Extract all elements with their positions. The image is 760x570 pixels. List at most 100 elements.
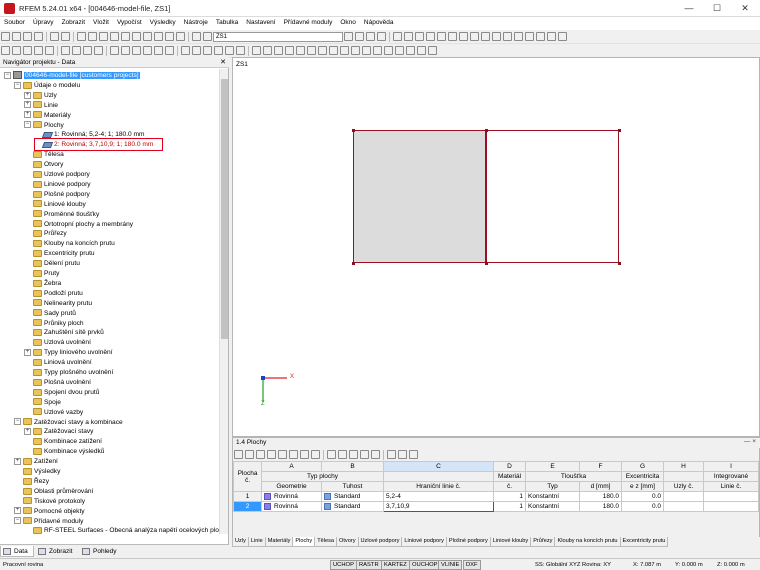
scrollbar-thumb[interactable] <box>221 79 228 339</box>
toggle-kartez[interactable]: KARTEZ <box>381 560 410 570</box>
member-icon[interactable] <box>393 32 402 41</box>
close-button[interactable]: ✕ <box>731 0 759 17</box>
tree-item[interactable]: Typy plošného uvolnění <box>24 368 113 378</box>
node[interactable] <box>485 262 488 265</box>
node[interactable] <box>618 129 621 132</box>
tree-item[interactable]: Průniky ploch <box>24 319 84 329</box>
toggle-uchop[interactable]: UCHOP <box>330 560 357 570</box>
tree-item[interactable]: Žebra <box>24 279 61 289</box>
values-icon[interactable] <box>377 32 386 41</box>
redo-icon[interactable] <box>61 32 70 41</box>
table-tab[interactable]: Plochy <box>292 537 316 547</box>
collapse-icon[interactable]: − <box>24 121 31 129</box>
mesh-icon[interactable] <box>492 32 501 41</box>
table-row[interactable]: 1 Rovinná Standard 5,2-4 1 Konstantní 18… <box>233 491 759 502</box>
expand-icon[interactable]: + <box>24 91 31 99</box>
tree-item[interactable]: Liniové klouby <box>24 200 86 210</box>
wireframe-icon[interactable] <box>181 46 190 55</box>
cell-tuhost[interactable]: Standard <box>321 491 384 502</box>
tab-data[interactable]: Data <box>0 546 34 557</box>
table-tab[interactable]: Uzly <box>232 537 249 547</box>
table-tab[interactable]: Materiály <box>264 537 294 547</box>
collapse-icon[interactable]: − <box>14 81 21 89</box>
tree-item[interactable]: Excentricity prutu <box>24 249 95 259</box>
move-icon[interactable] <box>12 46 21 55</box>
connect-icon[interactable] <box>72 46 81 55</box>
dxf-icon[interactable] <box>285 46 294 55</box>
table-row[interactable]: 2 Rovinná Standard 3,7,10,9 1 Konstantní… <box>233 501 759 512</box>
navigator-scrollbar[interactable] <box>219 69 228 534</box>
tree-item[interactable]: Liniová uvolnění <box>24 358 92 368</box>
measure-icon[interactable] <box>558 32 567 41</box>
dimension-icon[interactable] <box>252 46 261 55</box>
table-help-icon[interactable] <box>409 450 418 459</box>
transparent-icon[interactable] <box>203 46 212 55</box>
combo-next-icon[interactable] <box>344 32 353 41</box>
cell-tuhost[interactable]: Standard <box>321 501 384 512</box>
section-icon[interactable] <box>448 32 457 41</box>
results-display-icon[interactable] <box>355 32 364 41</box>
menu-zobrazit[interactable]: Zobrazit <box>58 17 89 28</box>
cell-geometrie[interactable]: Rovinná <box>261 501 322 512</box>
divide-icon[interactable] <box>61 46 70 55</box>
tree-item[interactable]: Tělesa <box>24 150 64 160</box>
table-insert-row-icon[interactable] <box>327 450 336 459</box>
tree-item[interactable]: Řezy <box>14 477 49 487</box>
new-file-icon[interactable] <box>1 32 10 41</box>
settings-icon[interactable] <box>362 46 371 55</box>
tree-item[interactable]: Uzlové vazby <box>24 408 83 418</box>
scale-icon[interactable] <box>45 46 54 55</box>
collapse-icon[interactable]: − <box>14 418 21 426</box>
rotate-icon[interactable] <box>23 46 32 55</box>
tree-item[interactable]: Kombinace zatížení <box>24 437 102 447</box>
export-icon[interactable] <box>384 46 393 55</box>
workplane-icon[interactable] <box>307 46 316 55</box>
expand-icon[interactable]: + <box>14 457 21 465</box>
tree-item[interactable]: Zahuštění sítě prvků <box>24 328 104 338</box>
clipping-icon[interactable] <box>296 46 305 55</box>
surface-2[interactable] <box>486 130 619 263</box>
open-file-icon[interactable] <box>12 32 21 41</box>
undo-icon[interactable] <box>50 32 59 41</box>
table-find-icon[interactable] <box>360 450 369 459</box>
mirror-icon[interactable] <box>34 46 43 55</box>
menu-soubor[interactable]: Soubor <box>0 17 29 28</box>
expand-icon[interactable]: + <box>24 101 31 109</box>
tree-item[interactable]: Plošná uvolnění <box>24 378 91 388</box>
report-icon[interactable] <box>406 46 415 55</box>
cell-ez[interactable]: 0.0 <box>621 491 664 502</box>
import-icon[interactable] <box>395 46 404 55</box>
cell-hranicni-linie[interactable]: 3,7,10,9 <box>383 501 494 512</box>
tab-zobrazit[interactable]: Zobrazit <box>36 546 76 557</box>
menu-vypocitat[interactable]: Vypočíst <box>113 17 146 28</box>
table-delete-row-icon[interactable] <box>338 450 347 459</box>
tree-item[interactable]: Spojení dvou prutů <box>24 388 99 398</box>
navigator-icon[interactable] <box>88 32 97 41</box>
tree-item[interactable]: − Přídavné moduly <box>14 517 83 527</box>
tree-item[interactable]: Plošné podpory <box>24 190 90 200</box>
minimize-button[interactable]: — <box>675 0 703 17</box>
solid-model-icon[interactable] <box>192 46 201 55</box>
tree-item[interactable]: + Zatěžovací stavy <box>24 427 93 437</box>
tree-item[interactable]: Tiskové protokoly <box>14 497 85 507</box>
support-icon[interactable] <box>426 32 435 41</box>
table-paste-icon[interactable] <box>267 450 276 459</box>
results-icon[interactable] <box>121 32 130 41</box>
animate-icon[interactable] <box>417 46 426 55</box>
menu-pridavne-moduly[interactable]: Přídavné moduly <box>280 17 337 28</box>
zoom-icon[interactable] <box>132 32 141 41</box>
menu-vlozit[interactable]: Vložit <box>89 17 113 28</box>
table-tab[interactable]: Liniové klouby <box>489 537 532 547</box>
view-z-icon[interactable] <box>143 46 152 55</box>
guideline-icon[interactable] <box>274 46 283 55</box>
tree-item[interactable]: − 004646-model-file [customers projects] <box>4 71 140 81</box>
cell-linie[interactable] <box>703 501 759 512</box>
toggle-ouchop[interactable]: OUCHOP <box>409 560 441 570</box>
menu-upravy[interactable]: Úpravy <box>29 17 58 28</box>
project-icon[interactable] <box>94 46 103 55</box>
table-filter-icon[interactable] <box>300 450 309 459</box>
table-prev-icon[interactable] <box>387 450 396 459</box>
spline-icon[interactable] <box>547 32 556 41</box>
view-iso-icon[interactable] <box>110 46 119 55</box>
row-number-selected[interactable]: 2 <box>233 501 262 512</box>
